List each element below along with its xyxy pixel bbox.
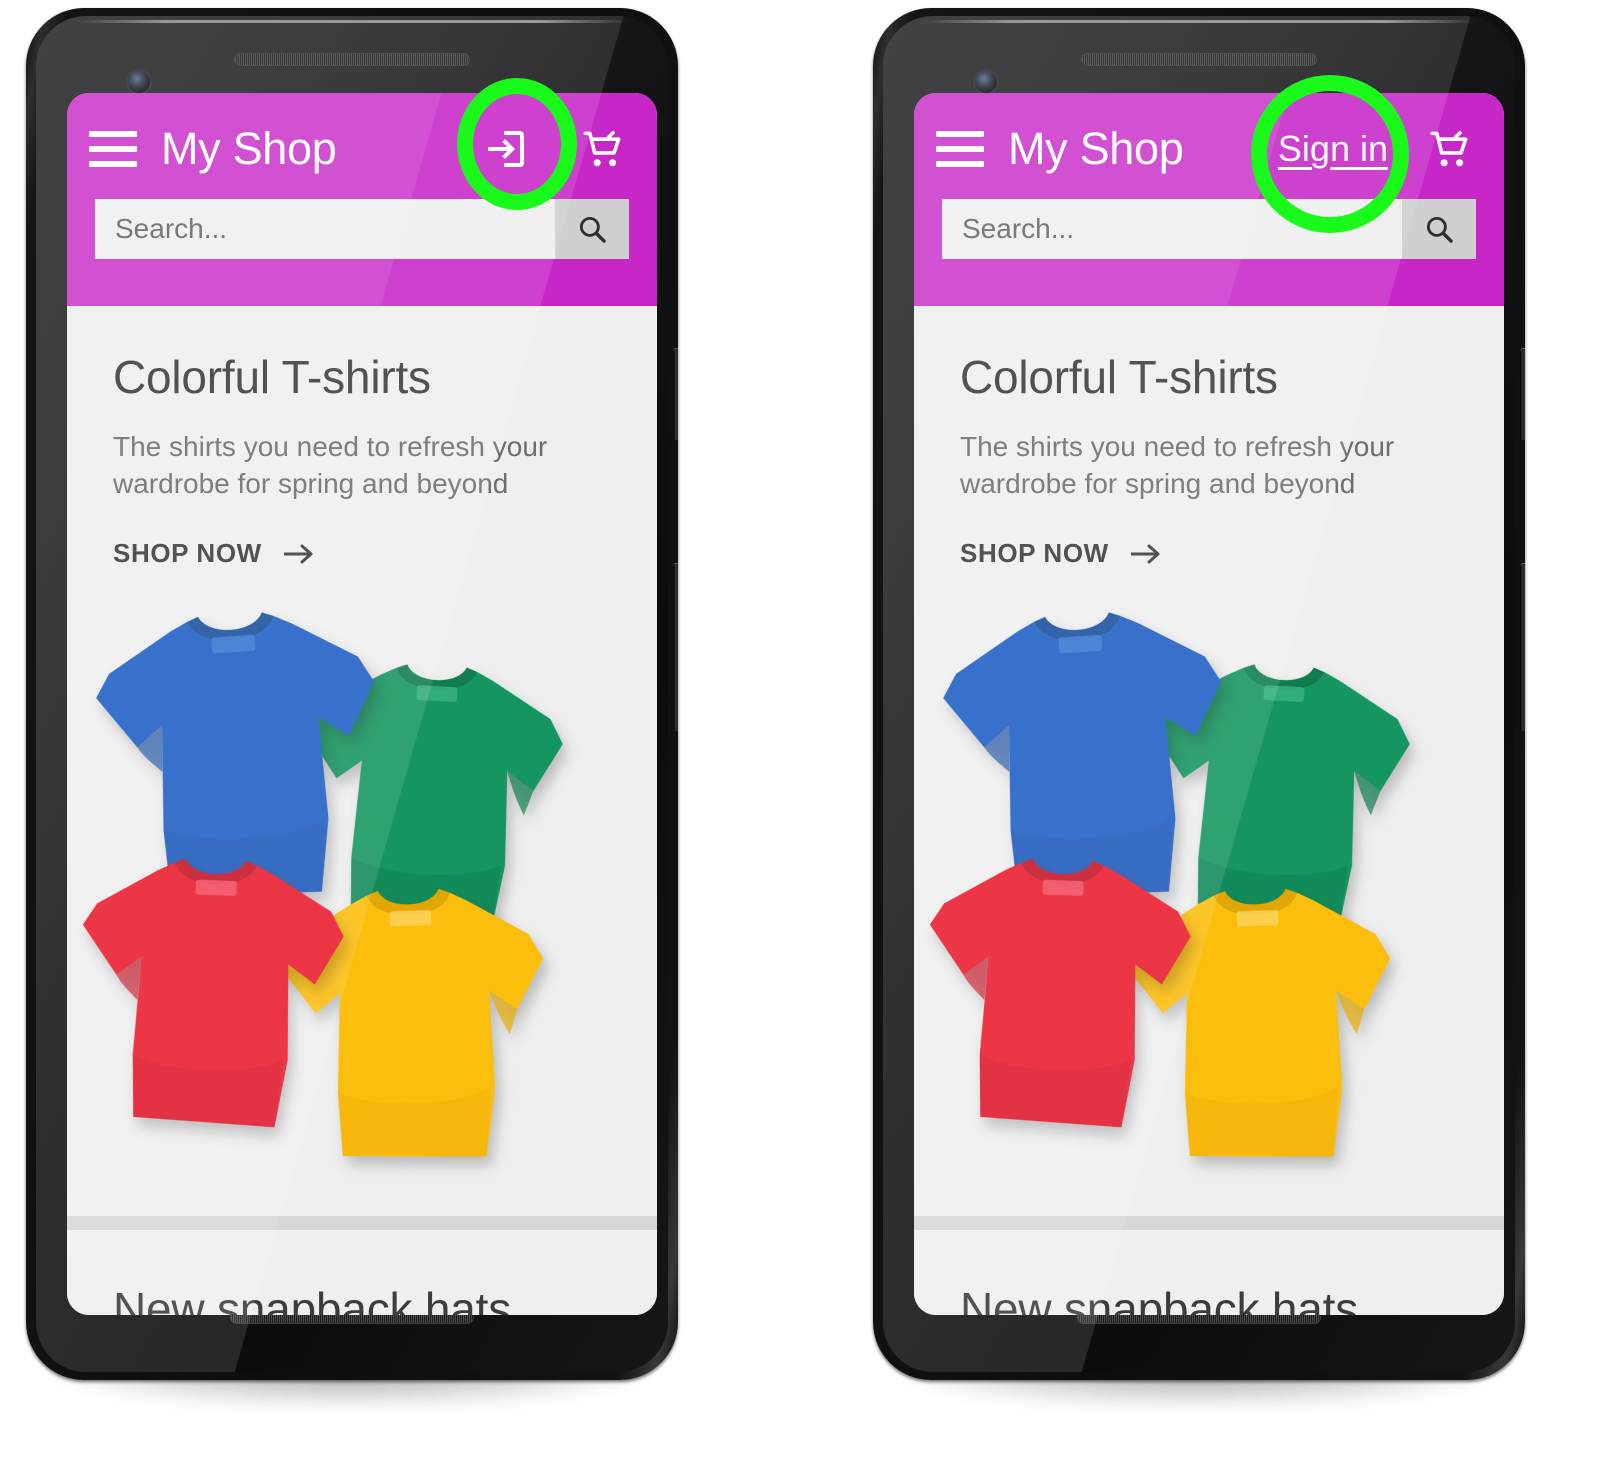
page-content: Colorful T-shirts The shirts you need to… [914, 306, 1504, 1315]
device-front-glass: My Shop Search... Colorful T-shirts The … [36, 16, 668, 1372]
shopping-cart-icon [583, 130, 621, 167]
search-icon [1426, 216, 1453, 243]
search-bar[interactable] [942, 199, 1476, 259]
shop-now-link[interactable]: SHOP NOW [914, 502, 1504, 569]
phone-mockup-right: My Shop Sign in Search... Colorful T-shi… [855, 8, 1543, 1428]
volume-button[interactable] [673, 563, 678, 731]
shopping-cart-icon [1430, 130, 1468, 167]
arrow-right-icon [283, 544, 313, 564]
shopping-cart-button[interactable] [1422, 121, 1478, 177]
volume-button[interactable] [1520, 563, 1525, 731]
card-title: Colorful T-shirts [113, 351, 431, 403]
card-title: New snapback hats [113, 1283, 512, 1315]
front-camera-icon [975, 71, 997, 93]
colorful-tshirts-photo [914, 593, 1504, 1193]
search-submit-button[interactable] [1402, 199, 1476, 259]
shop-now-link[interactable]: SHOP NOW [67, 502, 657, 569]
app-header: My Shop [67, 93, 657, 306]
shop-now-label: SHOP NOW [113, 538, 262, 569]
sign-in-label: Sign in [1277, 128, 1388, 169]
power-button[interactable] [673, 348, 678, 440]
sign-in-button[interactable] [471, 114, 541, 184]
device-frame: My Shop Sign in Search... Colorful T-shi… [873, 8, 1525, 1380]
hero-card: Colorful T-shirts The shirts you need to… [67, 306, 657, 1216]
app-bar: My Shop [67, 93, 657, 205]
card-title: New snapback hats [960, 1283, 1359, 1315]
app-bar: My Shop Sign in [914, 93, 1504, 205]
app-title: My Shop [161, 123, 337, 174]
search-bar[interactable] [95, 199, 629, 259]
second-card: New snapback hats Dashing, distinctive. … [914, 1230, 1504, 1315]
earpiece-speaker [234, 53, 470, 66]
front-camera-icon [128, 71, 150, 93]
device-front-glass: My Shop Sign in Search... Colorful T-shi… [883, 16, 1515, 1372]
shop-now-label: SHOP NOW [960, 538, 1109, 569]
power-button[interactable] [1520, 348, 1525, 440]
glass-highlight [76, 20, 628, 23]
search-row [914, 199, 1504, 259]
hamburger-menu-icon[interactable] [936, 131, 984, 167]
glass-highlight [923, 20, 1475, 23]
device-frame: My Shop Search... Colorful T-shirts The … [26, 8, 678, 1380]
exit-to-app-icon [488, 131, 524, 167]
app-header: My Shop Sign in [914, 93, 1504, 306]
hamburger-menu-icon[interactable] [89, 131, 137, 167]
phone-screen-right: My Shop Sign in Search... Colorful T-shi… [914, 93, 1504, 1315]
comparison-figure: My Shop Search... Colorful T-shirts The … [0, 0, 1600, 1473]
phone-screen-left: My Shop Search... Colorful T-shirts The … [67, 93, 657, 1315]
second-card: New snapback hats Dashing, distinctive. … [67, 1230, 657, 1315]
arrow-right-icon [1130, 544, 1160, 564]
shopping-cart-button[interactable] [575, 121, 631, 177]
card-title: Colorful T-shirts [960, 351, 1278, 403]
tshirt-red [929, 859, 1191, 1128]
search-input[interactable] [942, 199, 1402, 259]
earpiece-speaker [1081, 53, 1317, 66]
search-submit-button[interactable] [555, 199, 629, 259]
search-row [67, 199, 657, 259]
tshirt-red [82, 859, 344, 1128]
app-title: My Shop [1008, 123, 1184, 174]
colorful-tshirts-photo [67, 593, 657, 1193]
card-subtitle: The shirts you need to refresh your ward… [960, 431, 1395, 500]
card-subtitle: The shirts you need to refresh your ward… [113, 431, 548, 500]
search-icon [579, 216, 606, 243]
search-input[interactable] [95, 199, 555, 259]
sign-in-button[interactable]: Sign in [1278, 114, 1388, 184]
hero-card: Colorful T-shirts The shirts you need to… [914, 306, 1504, 1216]
phone-mockup-left: My Shop Search... Colorful T-shirts The … [8, 8, 696, 1428]
page-content: Colorful T-shirts The shirts you need to… [67, 306, 657, 1315]
